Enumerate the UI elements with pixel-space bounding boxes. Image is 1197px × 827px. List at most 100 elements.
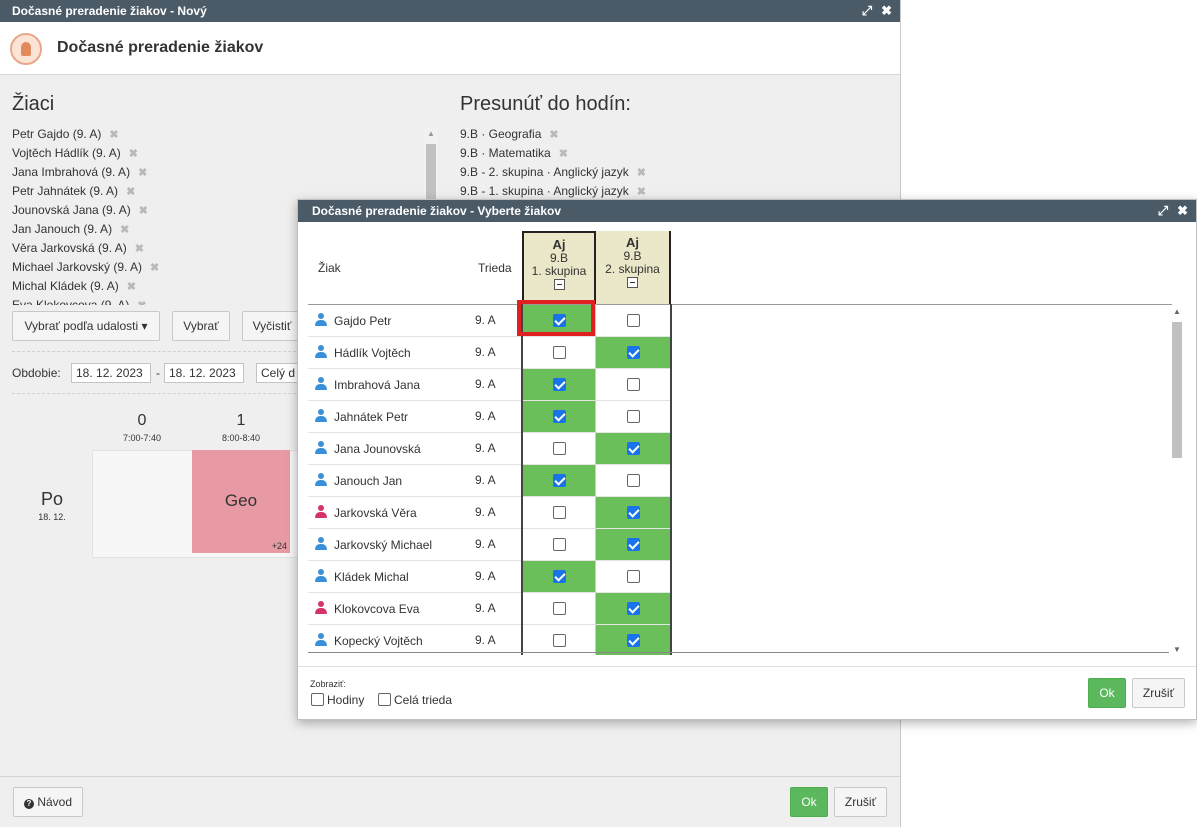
group-checkbox[interactable] (627, 506, 640, 519)
main-cancel-button[interactable]: Zrušiť (834, 787, 887, 817)
group-checkbox[interactable] (627, 602, 640, 615)
select-button[interactable]: Vybrať (172, 311, 230, 341)
student-class: 9. A (475, 441, 496, 455)
select-by-event-button[interactable]: Vybrať podľa udalosti ▾ (12, 311, 160, 341)
student-name: Hádlík Vojtěch (334, 346, 411, 360)
remove-icon[interactable]: ✖ (637, 167, 646, 179)
help-button[interactable]: ? Návod (13, 787, 83, 817)
collapse-icon[interactable] (627, 277, 638, 288)
remove-icon[interactable]: ✖ (135, 243, 144, 255)
dialog-cancel-button[interactable]: Zrušiť (1132, 678, 1185, 708)
person-icon (315, 569, 327, 583)
group-checkbox[interactable] (553, 346, 566, 359)
group-checkbox[interactable] (627, 538, 640, 551)
group-checkbox[interactable] (627, 314, 640, 327)
hours-option[interactable]: Hodiny (311, 693, 364, 707)
student-name: Janouch Jan (334, 474, 403, 488)
group-checkbox[interactable] (553, 506, 566, 519)
main-ok-button[interactable]: Ok (790, 787, 828, 817)
page-title: Dočasné preradenie žiakov (57, 39, 264, 56)
remove-icon[interactable]: ✖ (127, 281, 136, 293)
whole-class-checkbox[interactable] (378, 693, 391, 706)
remove-icon[interactable]: ✖ (137, 300, 146, 305)
table-bottom-border (308, 652, 1172, 653)
date-from-input[interactable]: 18. 12. 2023 (71, 363, 151, 383)
group-checkbox[interactable] (627, 378, 640, 391)
hours-checkbox[interactable] (311, 693, 324, 706)
group-checkbox[interactable] (553, 570, 566, 583)
app-icon (10, 33, 42, 65)
remove-icon[interactable]: ✖ (129, 148, 138, 160)
group-checkbox[interactable] (553, 602, 566, 615)
group-checkbox[interactable] (553, 378, 566, 391)
collapse-icon[interactable] (553, 279, 565, 290)
close-icon[interactable]: ✖ (881, 0, 892, 22)
maximize-icon[interactable]: ⤢ (862, 0, 872, 22)
group-cell[interactable] (596, 401, 670, 432)
group-cell[interactable] (522, 529, 596, 560)
group-checkbox[interactable] (627, 442, 640, 455)
remove-icon[interactable]: ✖ (559, 148, 568, 160)
remove-icon[interactable]: ✖ (126, 186, 135, 198)
group-cell[interactable] (596, 433, 670, 464)
maximize-icon[interactable]: ⤢ (1158, 200, 1168, 222)
group-checkbox[interactable] (627, 474, 640, 487)
group-checkbox[interactable] (553, 410, 566, 423)
group-cell[interactable] (596, 529, 670, 560)
dialog-ok-button[interactable]: Ok (1088, 678, 1126, 708)
group-cell[interactable] (596, 497, 670, 528)
group-cell[interactable] (596, 337, 670, 368)
group-cell[interactable] (596, 465, 670, 496)
group-cell[interactable] (522, 625, 596, 655)
column-separator (670, 304, 672, 655)
group-cell[interactable] (596, 593, 670, 624)
group-cell[interactable] (522, 337, 596, 368)
student-name: Jarkovská Věra (334, 506, 417, 520)
group-checkbox[interactable] (553, 634, 566, 647)
group-checkbox[interactable] (627, 570, 640, 583)
lesson-item: 9.B · Geografia ✖ (460, 125, 860, 144)
group-cell[interactable] (596, 305, 670, 336)
group-cell[interactable] (596, 561, 670, 592)
lesson-card[interactable]: Geo +24 (192, 450, 290, 553)
person-icon (315, 313, 327, 327)
table-row: Klokovcova Eva 9. A (308, 593, 671, 625)
group-cell[interactable] (522, 561, 596, 592)
group-checkbox[interactable] (627, 346, 640, 359)
group-cell[interactable] (596, 369, 670, 400)
group-cell[interactable] (522, 433, 596, 464)
person-icon (315, 505, 327, 519)
remove-icon[interactable]: ✖ (139, 205, 148, 217)
group-checkbox[interactable] (553, 538, 566, 551)
whole-day-select[interactable]: Celý d (256, 363, 300, 383)
clear-button[interactable]: Vyčistiť (242, 311, 302, 341)
close-icon[interactable]: ✖ (1177, 200, 1188, 222)
remove-icon[interactable]: ✖ (109, 129, 118, 141)
table-scrollbar[interactable]: ▲ ▼ (1169, 307, 1185, 654)
group-cell[interactable] (522, 593, 596, 624)
day-date: 18. 12. (38, 512, 66, 522)
group-checkbox[interactable] (553, 442, 566, 455)
group-checkbox[interactable] (627, 634, 640, 647)
lesson-label: Geo (224, 491, 258, 510)
student-name: Gajdo Petr (334, 314, 392, 328)
lesson-item: 9.B - 2. skupina · Anglický jazyk ✖ (460, 163, 860, 182)
remove-icon[interactable]: ✖ (549, 129, 558, 141)
group-checkbox[interactable] (627, 410, 640, 423)
lesson-item-label: 9.B · Matematika (460, 146, 551, 160)
student-name: Kládek Michal (334, 570, 409, 584)
student-name: Kopecký Vojtěch (334, 634, 423, 648)
remove-icon[interactable]: ✖ (138, 167, 147, 179)
date-to-input[interactable]: 18. 12. 2023 (164, 363, 244, 383)
group-cell[interactable] (522, 401, 596, 432)
group-cell[interactable] (522, 497, 596, 528)
remove-icon[interactable]: ✖ (150, 262, 159, 274)
remove-icon[interactable]: ✖ (120, 224, 129, 236)
group-checkbox[interactable] (553, 474, 566, 487)
group-cell[interactable] (596, 625, 670, 655)
remove-icon[interactable]: ✖ (637, 186, 646, 198)
group-cell[interactable] (522, 369, 596, 400)
group-cell[interactable] (522, 465, 596, 496)
whole-class-option[interactable]: Celá trieda (378, 693, 452, 707)
period-label: Obdobie: (12, 366, 61, 380)
